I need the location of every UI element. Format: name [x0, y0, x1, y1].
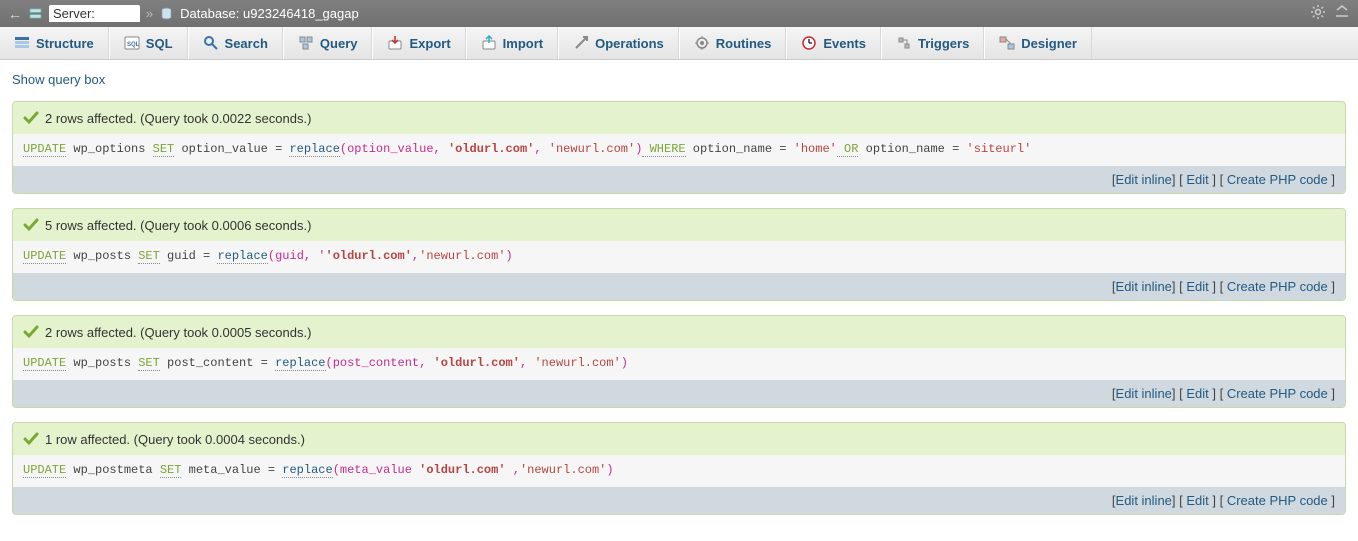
tab-triggers[interactable]: Triggers: [881, 27, 984, 59]
check-icon: [23, 324, 39, 340]
operations-icon: [573, 35, 589, 51]
result-block: 2 rows affected. (Query took 0.0005 seco…: [12, 315, 1346, 408]
triggers-icon: [896, 35, 912, 51]
check-icon: [23, 217, 39, 233]
result-status: 2 rows affected. (Query took 0.0022 seco…: [13, 102, 1345, 134]
result-status: 5 rows affected. (Query took 0.0006 seco…: [13, 209, 1345, 241]
server-breadcrumb[interactable]: Server:: [49, 5, 140, 22]
database-icon: [159, 6, 174, 21]
gear-icon[interactable]: [1310, 4, 1326, 23]
edit-inline-link[interactable]: Edit inline: [1116, 386, 1172, 401]
sql-query: UPDATE wp_posts SET guid = replace(guid,…: [13, 241, 1345, 273]
tab-sql[interactable]: SQLSQL: [109, 27, 188, 59]
result-status: 2 rows affected. (Query took 0.0005 seco…: [13, 316, 1345, 348]
result-actions: [Edit inline] [ Edit ] [ Create PHP code…: [13, 273, 1345, 300]
back-arrow[interactable]: ←: [8, 6, 22, 22]
structure-icon: [14, 35, 30, 51]
edit-link[interactable]: Edit: [1186, 386, 1208, 401]
server-icon: [28, 6, 43, 21]
query-icon: [298, 35, 314, 51]
create-php-link[interactable]: Create PHP code: [1227, 279, 1328, 294]
sql-query: UPDATE wp_posts SET post_content = repla…: [13, 348, 1345, 380]
tab-operations[interactable]: Operations: [558, 27, 679, 59]
collapse-icon[interactable]: [1334, 4, 1350, 23]
result-block: 5 rows affected. (Query took 0.0006 seco…: [12, 208, 1346, 301]
database-breadcrumb[interactable]: Database: u923246418_gagap: [180, 6, 359, 21]
designer-icon: [999, 35, 1015, 51]
sql-query: UPDATE wp_options SET option_value = rep…: [13, 134, 1345, 166]
edit-link[interactable]: Edit: [1186, 279, 1208, 294]
export-icon: [387, 35, 403, 51]
tab-query[interactable]: Query: [283, 27, 373, 59]
tab-structure[interactable]: Structure: [0, 27, 109, 59]
result-actions: [Edit inline] [ Edit ] [ Create PHP code…: [13, 166, 1345, 193]
edit-link[interactable]: Edit: [1186, 493, 1208, 508]
create-php-link[interactable]: Create PHP code: [1227, 493, 1328, 508]
result-status: 1 row affected. (Query took 0.0004 secon…: [13, 423, 1345, 455]
result-actions: [Edit inline] [ Edit ] [ Create PHP code…: [13, 380, 1345, 407]
check-icon: [23, 110, 39, 126]
search-icon: [203, 35, 219, 51]
import-icon: [481, 35, 497, 51]
svg-text:SQL: SQL: [127, 42, 140, 48]
create-php-link[interactable]: Create PHP code: [1227, 172, 1328, 187]
routines-icon: [694, 35, 710, 51]
main-content: Show query box 2 rows affected. (Query t…: [0, 60, 1358, 541]
tab-designer[interactable]: Designer: [984, 27, 1092, 59]
show-query-box-link[interactable]: Show query box: [12, 72, 105, 87]
check-icon: [23, 431, 39, 447]
tab-search[interactable]: Search: [188, 27, 283, 59]
breadcrumb: ← Server: » Database: u923246418_gagap: [0, 0, 1358, 27]
result-block: 1 row affected. (Query took 0.0004 secon…: [12, 422, 1346, 515]
sql-query: UPDATE wp_postmeta SET meta_value = repl…: [13, 455, 1345, 487]
edit-inline-link[interactable]: Edit inline: [1116, 493, 1172, 508]
sql-icon: SQL: [124, 35, 140, 51]
tab-export[interactable]: Export: [372, 27, 465, 59]
edit-link[interactable]: Edit: [1186, 172, 1208, 187]
tab-import[interactable]: Import: [466, 27, 558, 59]
events-icon: [801, 35, 817, 51]
create-php-link[interactable]: Create PHP code: [1227, 386, 1328, 401]
edit-inline-link[interactable]: Edit inline: [1116, 172, 1172, 187]
result-block: 2 rows affected. (Query took 0.0022 seco…: [12, 101, 1346, 194]
tab-routines[interactable]: Routines: [679, 27, 787, 59]
tab-events[interactable]: Events: [786, 27, 881, 59]
edit-inline-link[interactable]: Edit inline: [1116, 279, 1172, 294]
tab-bar: Structure SQLSQL Search Query Export Imp…: [0, 27, 1358, 60]
result-actions: [Edit inline] [ Edit ] [ Create PHP code…: [13, 487, 1345, 514]
